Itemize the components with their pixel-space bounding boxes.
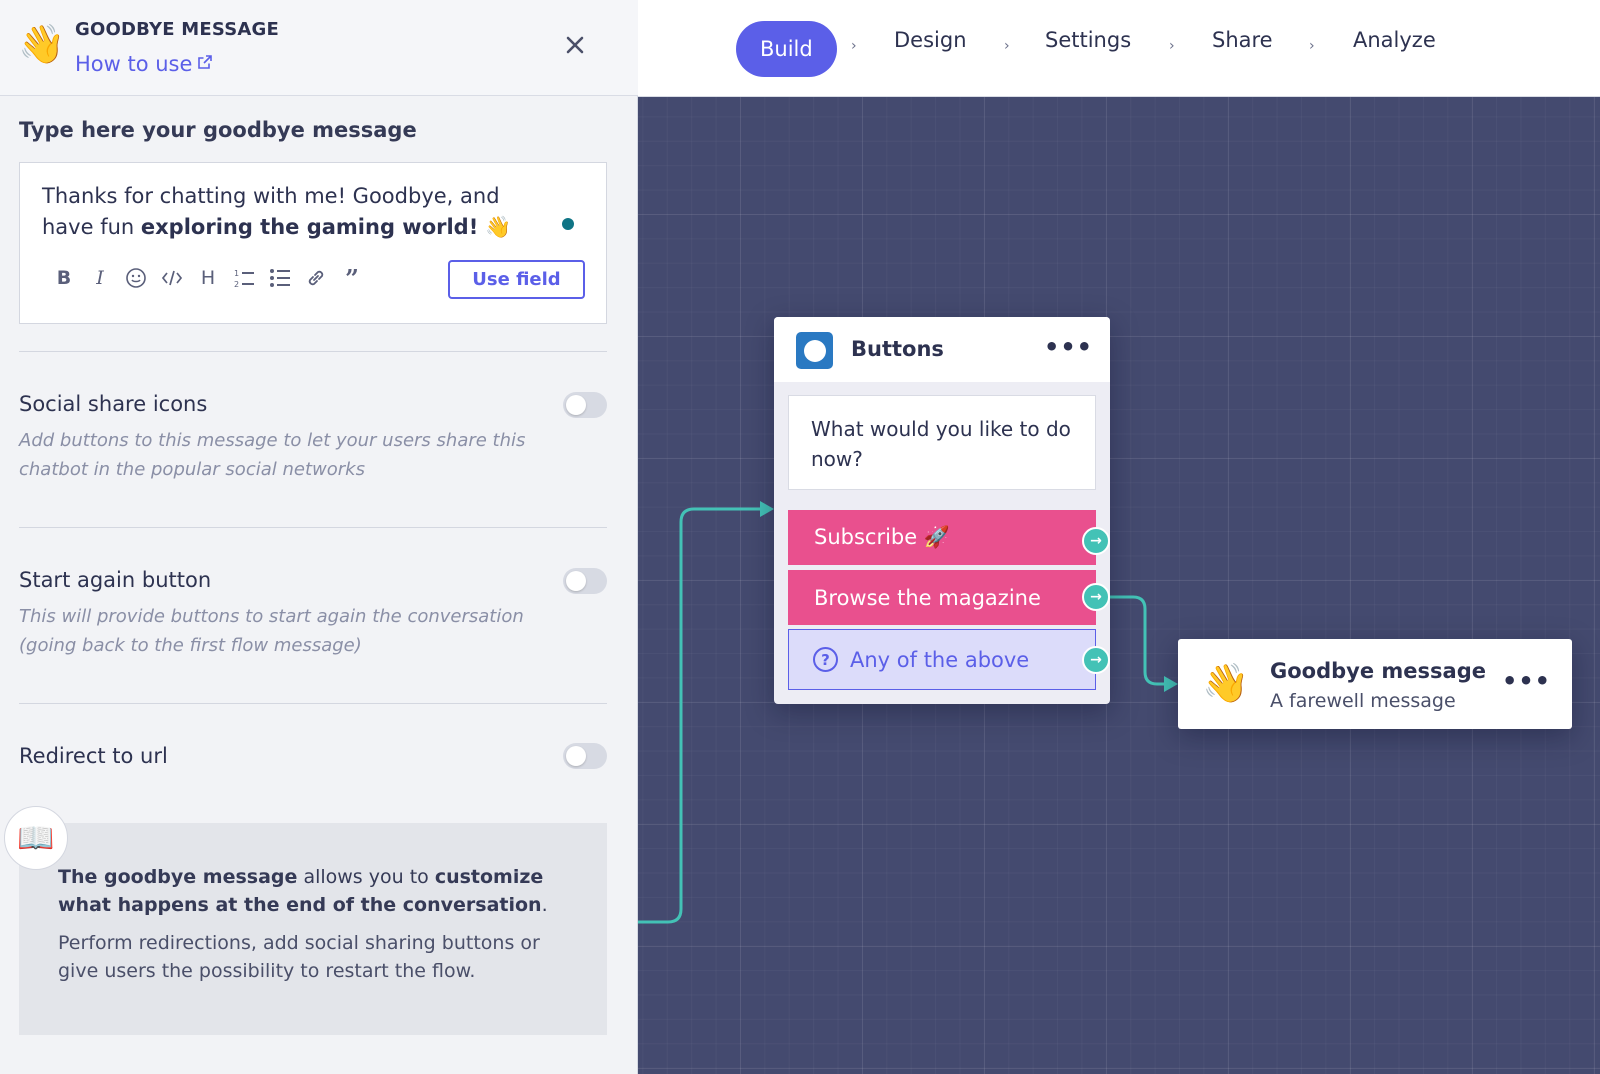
buttons-node-title: Buttons: [851, 337, 944, 361]
message-emoji: 👋: [478, 215, 512, 239]
choice-label: Subscribe 🚀: [814, 525, 950, 549]
divider: [19, 527, 607, 528]
step-navigation: Build › Design › Settings › Share › Anal…: [638, 0, 1600, 97]
italic-icon[interactable]: I: [82, 263, 118, 293]
info-box: The goodbye message allows you to custom…: [19, 823, 607, 1035]
info-details: Perform redirections, add social sharing…: [58, 932, 540, 982]
divider: [19, 703, 607, 704]
choice-any-of-the-above[interactable]: ? Any of the above: [788, 629, 1096, 690]
quote-icon[interactable]: ”: [334, 263, 370, 293]
use-field-button[interactable]: Use field: [448, 260, 585, 299]
social-share-toggle[interactable]: [563, 392, 607, 418]
redirect-url-toggle[interactable]: [563, 743, 607, 769]
goodbye-node[interactable]: 👋 Goodbye message A farewell message •••: [1178, 639, 1572, 729]
buttons-node-question: What would you like to do now?: [788, 395, 1096, 490]
buttons-node-header: Buttons •••: [774, 317, 1110, 382]
question-circle-icon: ?: [813, 647, 838, 672]
arrow-right-icon[interactable]: →: [1082, 646, 1110, 674]
buttons-node-icon: [796, 332, 833, 369]
chevron-right-icon: ›: [851, 38, 857, 54]
external-link-icon: [198, 50, 213, 74]
waving-hand-icon: 👋: [1202, 661, 1250, 705]
close-icon: [566, 36, 584, 54]
social-share-title: Social share icons: [19, 392, 208, 416]
buttons-node[interactable]: Buttons ••• What would you like to do no…: [774, 317, 1110, 704]
more-options-icon[interactable]: •••: [1044, 333, 1093, 361]
start-again-title: Start again button: [19, 568, 212, 592]
heading-icon[interactable]: H: [190, 263, 226, 293]
start-again-toggle[interactable]: [563, 568, 607, 594]
svg-text:2: 2: [234, 280, 239, 289]
step-share[interactable]: Share: [1212, 28, 1273, 52]
step-settings[interactable]: Settings: [1045, 28, 1131, 52]
format-toolbar: B I H 12 ”: [46, 263, 370, 293]
chevron-right-icon: ›: [1309, 38, 1315, 54]
book-icon: 📖: [4, 806, 68, 870]
panel-header: 👋 GOODBYE MESSAGE How to use: [0, 0, 638, 96]
message-text[interactable]: Thanks for chatting with me! Goodbye, an…: [42, 181, 552, 243]
bullet-list-icon[interactable]: [262, 263, 298, 293]
info-bold-1: The goodbye message: [58, 866, 298, 888]
choice-browse-magazine[interactable]: Browse the magazine: [788, 570, 1096, 625]
step-design[interactable]: Design: [894, 28, 967, 52]
more-options-icon[interactable]: •••: [1502, 667, 1551, 695]
social-share-description: Add buttons to this message to let your …: [19, 430, 526, 480]
choice-subscribe[interactable]: Subscribe 🚀: [788, 510, 1096, 565]
divider: [19, 351, 607, 352]
svg-text:1: 1: [234, 269, 239, 278]
close-button[interactable]: [560, 30, 590, 60]
choice-label: Any of the above: [850, 647, 1030, 672]
start-again-description: This will provide buttons to start again…: [19, 606, 524, 656]
goodbye-settings-panel: 👋 GOODBYE MESSAGE How to use Type here y…: [0, 0, 638, 1074]
toggle-knob: [566, 571, 586, 591]
message-label: Type here your goodbye message: [19, 118, 417, 142]
step-analyze[interactable]: Analyze: [1353, 28, 1436, 52]
code-icon[interactable]: [154, 263, 190, 293]
toggle-knob: [566, 395, 586, 415]
arrow-right-icon[interactable]: →: [1082, 583, 1110, 611]
how-to-use-label: How to use: [75, 52, 193, 76]
how-to-use-link[interactable]: How to use: [75, 50, 213, 76]
emoji-icon[interactable]: [118, 263, 154, 293]
status-dot: [562, 218, 574, 230]
link-icon[interactable]: [298, 263, 334, 293]
ordered-list-icon[interactable]: 12: [226, 263, 262, 293]
message-text-bold: exploring the gaming world!: [140, 215, 479, 239]
chevron-right-icon: ›: [1004, 38, 1010, 54]
info-summary: The goodbye message allows you to custom…: [58, 863, 578, 919]
redirect-url-title: Redirect to url: [19, 744, 168, 768]
step-build[interactable]: Build: [736, 21, 837, 77]
toggle-knob: [566, 746, 586, 766]
goodbye-node-subtitle: A farewell message: [1270, 690, 1456, 712]
info-text-1: allows you to: [297, 866, 435, 888]
panel-title: GOODBYE MESSAGE: [75, 19, 279, 40]
goodbye-node-title: Goodbye message: [1270, 659, 1486, 683]
waving-hand-icon: 👋: [18, 22, 66, 66]
message-editor[interactable]: Thanks for chatting with me! Goodbye, an…: [19, 162, 607, 324]
choice-label: Browse the magazine: [814, 585, 1041, 610]
bold-icon[interactable]: B: [46, 263, 82, 293]
info-text-2: .: [541, 894, 548, 916]
chevron-right-icon: ›: [1169, 38, 1175, 54]
arrow-right-icon[interactable]: →: [1082, 527, 1110, 555]
